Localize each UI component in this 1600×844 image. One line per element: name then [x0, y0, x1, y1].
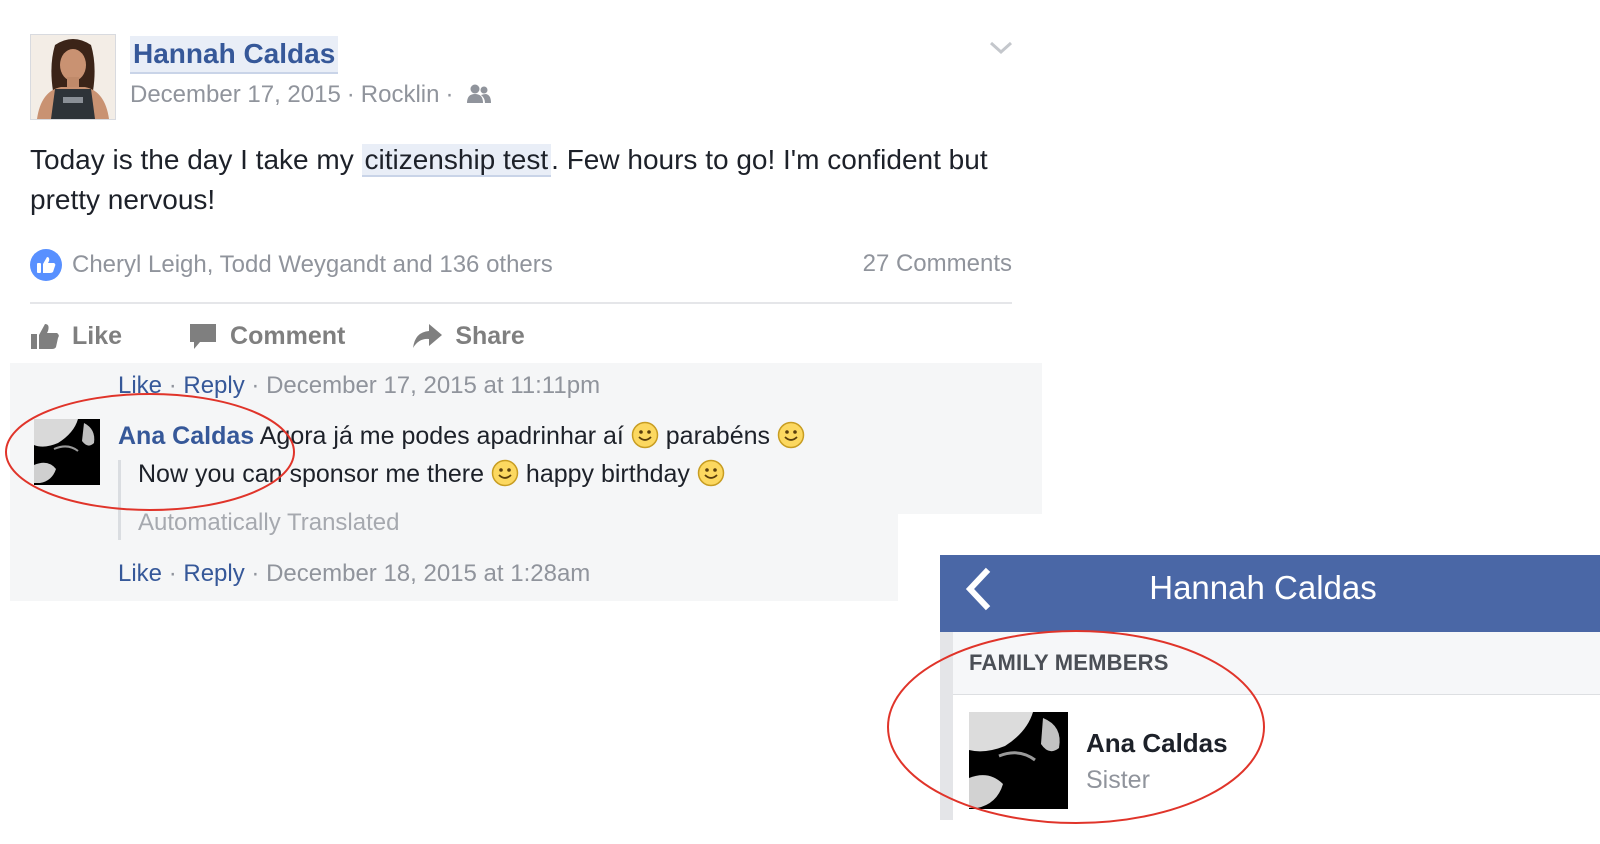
meta-separator: ·	[168, 372, 177, 399]
meta-separator: ·	[251, 372, 260, 399]
post-text-start: Today is the day I take my	[30, 144, 362, 175]
smiley-icon	[631, 421, 659, 456]
meta-separator: ·	[168, 560, 177, 587]
translation-text: happy birthday	[518, 460, 697, 488]
author-name-link[interactable]: Hannah Caldas	[130, 36, 339, 74]
family-member-name[interactable]: Ana Caldas	[1086, 728, 1228, 759]
post-date[interactable]: December 17, 2015	[130, 81, 341, 108]
hashtag-link[interactable]: citizenship test	[361, 144, 552, 177]
comments-count-link[interactable]: 27 Comments	[863, 250, 1012, 278]
meta-separator: ·	[346, 81, 355, 108]
comment-author-link[interactable]: Ana Caldas	[118, 422, 254, 450]
share-button[interactable]: Share	[411, 321, 525, 351]
like-button[interactable]: Like	[30, 322, 122, 351]
post-location[interactable]: Rocklin	[361, 81, 440, 108]
comment-text: parabéns	[658, 422, 777, 450]
smiley-icon	[491, 459, 519, 494]
friends-icon[interactable]	[460, 81, 493, 108]
author-avatar-image	[31, 35, 115, 119]
translation-text: Now you can sponsor me there	[138, 460, 491, 488]
smiley-icon	[697, 459, 725, 494]
previous-comment-meta: Like · Reply · December 17, 2015 at 11:1…	[118, 372, 600, 400]
meta-separator: ·	[251, 560, 260, 587]
comment-timestamp[interactable]: December 18, 2015 at 1:28am	[266, 560, 590, 587]
meta-separator: ·	[445, 81, 454, 108]
post-text: Today is the day I take my citizenship t…	[30, 140, 1020, 220]
post-actions: Like Comment Share	[30, 318, 591, 354]
comment-body: Ana Caldas Agora já me podes apadrinhar …	[118, 421, 805, 456]
section-label: FAMILY MEMBERS	[969, 650, 1169, 675]
like-reaction-icon	[30, 249, 62, 281]
like-label: Like	[72, 321, 123, 350]
auto-translated-label: Automatically Translated	[138, 509, 400, 536]
translation-bar	[118, 460, 121, 540]
family-member-relation: Sister	[1086, 766, 1150, 794]
comment-label: Comment	[230, 321, 346, 350]
commenter-avatar-image	[34, 419, 100, 485]
divider	[30, 302, 1012, 304]
share-arrow-icon	[413, 324, 443, 348]
comment-reply-link[interactable]: Reply	[183, 560, 244, 587]
smiley-icon	[777, 421, 805, 456]
reactions-summary[interactable]: Cheryl Leigh, Todd Weygandt and 136 othe…	[30, 249, 553, 281]
comment-like-link[interactable]: Like	[118, 372, 162, 399]
comment-icon	[190, 324, 217, 349]
author-avatar[interactable]	[30, 34, 116, 120]
mobile-page-title: Hannah Caldas	[1149, 569, 1377, 606]
comment-meta: Like · Reply · December 18, 2015 at 1:28…	[118, 560, 590, 588]
comment-button[interactable]: Comment	[188, 322, 345, 351]
comment-reply-link[interactable]: Reply	[183, 372, 244, 399]
comment-timestamp[interactable]: December 17, 2015 at 11:11pm	[266, 372, 600, 399]
mobile-edge	[940, 632, 953, 820]
comment-translation: Now you can sponsor me there happy birth…	[138, 459, 725, 494]
commenter-avatar[interactable]	[34, 419, 100, 485]
thumbs-up-icon	[31, 324, 59, 349]
post-meta: December 17, 2015 · Rocklin ·	[130, 80, 492, 110]
family-member-avatar-image	[969, 712, 1068, 809]
reactions-text[interactable]: Cheryl Leigh, Todd Weygandt and 136 othe…	[72, 251, 553, 279]
chevron-down-icon[interactable]	[988, 38, 1014, 58]
comment-text: Agora já me podes apadrinhar aí	[259, 422, 631, 450]
comment-like-link[interactable]: Like	[118, 560, 162, 587]
share-label: Share	[455, 321, 525, 350]
family-member-avatar[interactable]	[969, 712, 1068, 809]
